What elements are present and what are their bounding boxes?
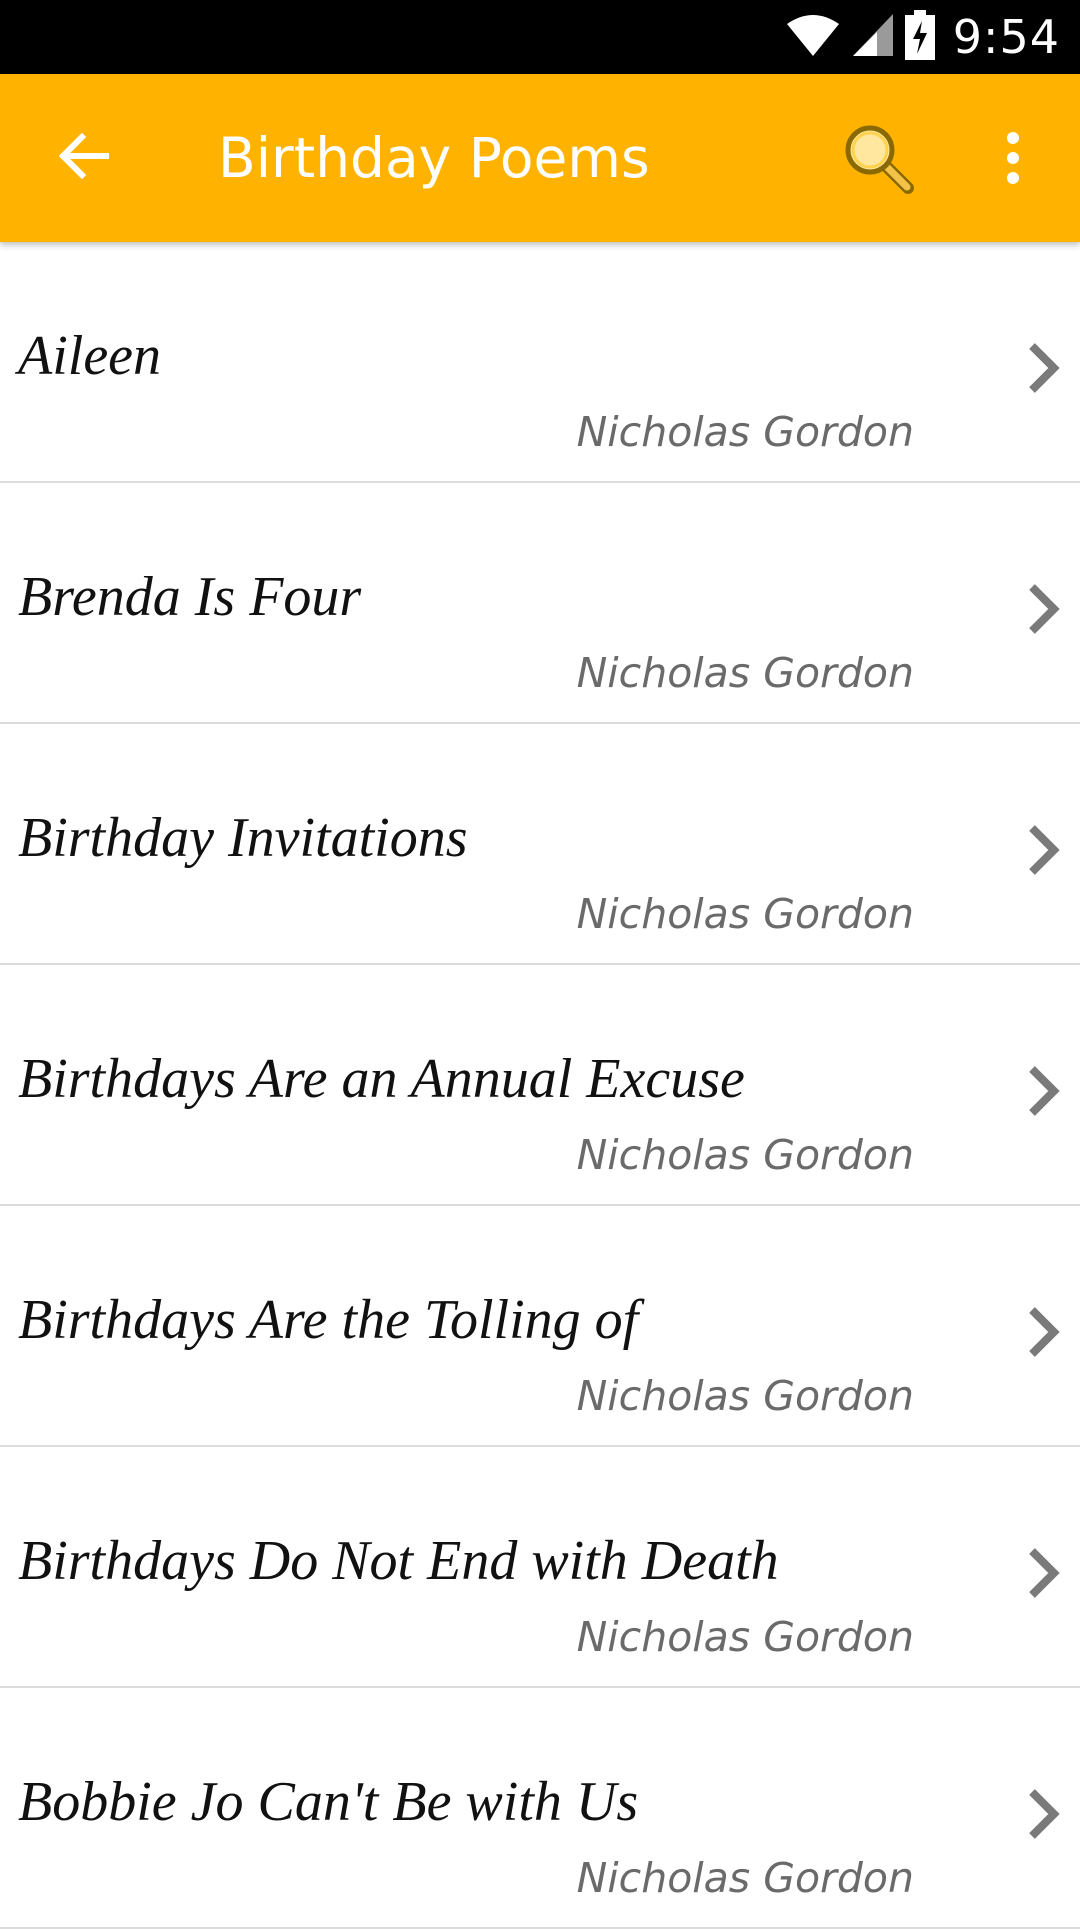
poem-title: Aileen (18, 325, 162, 387)
poem-author: Nicholas Gordon (576, 408, 914, 456)
search-icon (840, 120, 916, 201)
arrow-left-icon (58, 132, 110, 185)
poem-list-item[interactable]: Bobbie Jo Can't Be with Us Nicholas Gord… (0, 1688, 1080, 1929)
overflow-menu-button[interactable] (978, 118, 1048, 202)
poem-list-item[interactable]: Aileen Nicholas Gordon (0, 242, 1080, 483)
poem-author: Nicholas Gordon (576, 1131, 914, 1179)
poem-list-item[interactable]: Birthdays Are an Annual Excuse Nicholas … (0, 965, 1080, 1206)
poem-title: Birthdays Do Not End with Death (18, 1530, 779, 1592)
battery-charging-icon (904, 9, 935, 65)
chevron-right-icon (1018, 1304, 1068, 1360)
cell-signal-icon (851, 12, 895, 63)
chevron-right-icon (1018, 340, 1068, 396)
poem-title: Birthdays Are an Annual Excuse (18, 1048, 745, 1110)
poem-title: Birthday Invitations (18, 807, 468, 869)
poem-author: Nicholas Gordon (576, 1372, 914, 1420)
poem-title: Bobbie Jo Can't Be with Us (18, 1771, 639, 1833)
chevron-right-icon (1018, 581, 1068, 637)
poem-list-item[interactable]: Birthdays Are the Tolling of Nicholas Go… (0, 1206, 1080, 1447)
status-bar: 9:54 (0, 0, 1080, 74)
chevron-right-icon (1018, 822, 1068, 878)
poem-title: Brenda Is Four (18, 566, 362, 628)
poem-title: Birthdays Are the Tolling of (18, 1289, 639, 1351)
back-button[interactable] (40, 118, 128, 198)
poem-list-item[interactable]: Birthdays Do Not End with Death Nicholas… (0, 1447, 1080, 1688)
app-bar: Birthday Poems (0, 74, 1080, 242)
poem-author: Nicholas Gordon (576, 649, 914, 697)
page-title: Birthday Poems (218, 126, 650, 190)
poem-author: Nicholas Gordon (576, 1854, 914, 1902)
poem-list-item[interactable]: Birthday Invitations Nicholas Gordon (0, 724, 1080, 965)
search-button[interactable] (830, 118, 926, 202)
poem-list: Aileen Nicholas Gordon Brenda Is Four Ni… (0, 242, 1080, 1929)
poem-author: Nicholas Gordon (576, 890, 914, 938)
chevron-right-icon (1018, 1786, 1068, 1842)
poem-list-item[interactable]: Brenda Is Four Nicholas Gordon (0, 483, 1080, 724)
poem-author: Nicholas Gordon (576, 1613, 914, 1661)
status-icons: 9:54 (785, 0, 1060, 74)
more-vert-icon (1005, 131, 1021, 189)
chevron-right-icon (1018, 1063, 1068, 1119)
wifi-icon (785, 12, 841, 63)
status-time: 9:54 (952, 10, 1060, 64)
chevron-right-icon (1018, 1545, 1068, 1601)
